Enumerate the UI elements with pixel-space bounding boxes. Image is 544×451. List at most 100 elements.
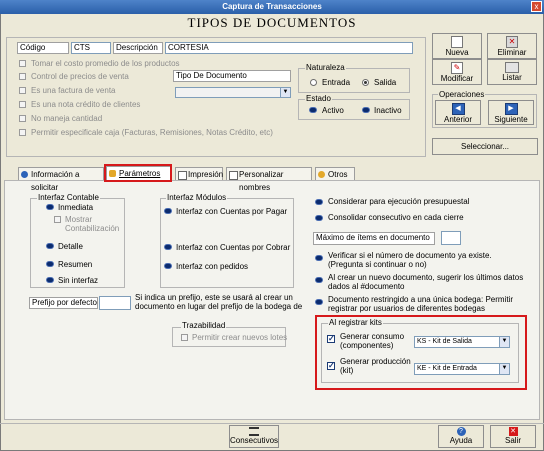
- cuentas-pagar-label: Interfaz con Cuentas por Pagar: [176, 207, 288, 216]
- salida-radio[interactable]: [362, 79, 369, 86]
- inmediata-radio[interactable]: [46, 204, 54, 210]
- tab-otros[interactable]: Otros: [315, 167, 355, 180]
- produccion-dropdown[interactable]: KE - Kit de Entrada ▼: [414, 363, 510, 375]
- anterior-label: Anterior: [443, 115, 472, 124]
- entrada-radio[interactable]: [310, 79, 317, 86]
- factura-venta-checkbox[interactable]: [19, 87, 26, 94]
- window-title: Captura de Transacciones: [222, 2, 322, 11]
- produccion-line2: (kit): [340, 366, 354, 375]
- presupuestal-checkbox[interactable]: [315, 199, 323, 205]
- siguiente-button[interactable]: ▶ Siguiente: [488, 100, 534, 125]
- siguiente-label: Siguiente: [494, 115, 528, 124]
- tab-personalizar[interactable]: Personalizar nombres: [226, 167, 312, 192]
- sugerir-checkbox[interactable]: [315, 277, 323, 283]
- nuevos-lotes-checkbox[interactable]: [181, 334, 188, 341]
- consumo-dropdown[interactable]: KS - Kit de Salida ▼: [414, 336, 510, 348]
- verificar-line2: (Pregunta si continuar o no): [328, 260, 427, 269]
- chevron-down-icon: ▼: [499, 364, 509, 374]
- consecutivos-label: Consecutivos: [230, 436, 279, 445]
- salir-label: Salir: [504, 436, 521, 445]
- caja-checkbox[interactable]: [19, 129, 26, 136]
- tipo-documento-dropdown[interactable]: ▼: [175, 87, 291, 98]
- ayuda-label: Ayuda: [449, 436, 473, 445]
- produccion-line1: Generar producción: [340, 357, 411, 366]
- sugerir-line1: Al crear un nuevo documento, sugerir los…: [328, 273, 524, 282]
- caja-label: Permitir especificale caja (Facturas, Re…: [31, 128, 273, 137]
- maximo-label: Máximo de ítems en documento: [313, 232, 435, 245]
- tab-informacion[interactable]: Información a solicitar: [18, 167, 104, 192]
- costo-promedio-checkbox[interactable]: [19, 60, 26, 67]
- mostrar-contabilizacion-checkbox[interactable]: [54, 216, 61, 223]
- presupuestal-label: Considerar para ejecución presupuestal: [328, 197, 470, 206]
- verificar-checkbox[interactable]: [315, 255, 323, 261]
- factura-venta-label: Es una factura de venta: [31, 86, 116, 95]
- naturaleza-legend: Naturaleza: [305, 63, 346, 72]
- sin-interfaz-radio[interactable]: [46, 277, 54, 283]
- tipo-documento-field[interactable]: Tipo De Documento: [173, 70, 291, 82]
- inactivo-radio[interactable]: [362, 107, 370, 113]
- sin-interfaz-label: Sin interfaz: [58, 276, 99, 285]
- nueva-label: Nueva: [445, 48, 469, 57]
- listar-button[interactable]: Listar: [487, 59, 537, 85]
- verificar-line1: Verificar si el número de documento ya e…: [328, 251, 492, 260]
- restringido-line1: Documento restringido a una única bodega…: [328, 295, 513, 304]
- nota-credito-label: Es una nota crédito de clientes: [31, 100, 141, 109]
- resumen-label: Resumen: [58, 260, 93, 269]
- consumo-checkbox[interactable]: ✓: [327, 335, 335, 343]
- modificar-button[interactable]: ✎ Modificar: [432, 59, 482, 85]
- consumo-line1: Generar consumo: [340, 332, 405, 341]
- prefijo-field[interactable]: [99, 296, 131, 310]
- control-precios-checkbox[interactable]: [19, 73, 26, 80]
- sugerir-line2: dados al #documento: [328, 282, 405, 291]
- codigo-label: Código: [17, 42, 69, 54]
- prefijo-label: Prefijo por defecto: [29, 297, 98, 309]
- costo-promedio-label: Tomar el costo promedio de los productos: [31, 59, 180, 68]
- salida-label: Salida: [374, 78, 397, 87]
- anterior-button[interactable]: ◀ Anterior: [435, 100, 481, 125]
- printer-icon: [505, 62, 519, 73]
- chevron-down-icon: ▼: [499, 337, 509, 347]
- produccion-dropdown-value: KE - Kit de Entrada: [417, 365, 477, 372]
- operaciones-legend: Operaciones: [438, 90, 486, 99]
- previous-icon: ◀: [451, 103, 465, 115]
- activo-radio[interactable]: [309, 107, 317, 113]
- descripcion-field[interactable]: CORTESIA: [165, 42, 413, 54]
- salir-button[interactable]: ✕ Salir: [490, 425, 536, 448]
- info-icon: [21, 171, 28, 178]
- seleccionar-button[interactable]: Seleccionar...: [432, 138, 538, 155]
- edit-icon: ✎: [451, 62, 463, 74]
- window-close-button[interactable]: x: [531, 1, 542, 12]
- inactivo-label: Inactivo: [374, 106, 402, 115]
- consolidar-checkbox[interactable]: [315, 215, 323, 221]
- star-icon: [318, 171, 325, 178]
- tab-impresion-label: Impresión: [188, 170, 224, 179]
- no-cantidad-checkbox[interactable]: [19, 115, 26, 122]
- tab-otros-label: Otros: [328, 170, 348, 179]
- activo-label: Activo: [322, 106, 344, 115]
- detalle-label: Detalle: [58, 242, 83, 251]
- nueva-button[interactable]: Nueva: [432, 33, 482, 59]
- cuentas-pagar-checkbox[interactable]: [164, 208, 172, 214]
- restringido-checkbox[interactable]: [315, 299, 323, 305]
- exit-icon: ✕: [508, 427, 518, 436]
- resumen-radio[interactable]: [46, 261, 54, 267]
- tab-impresion[interactable]: Impresión: [175, 167, 223, 180]
- page-icon: [229, 171, 238, 180]
- produccion-checkbox[interactable]: ✓: [327, 362, 335, 370]
- entrada-label: Entrada: [322, 78, 351, 87]
- codigo-field[interactable]: CTS: [71, 42, 111, 54]
- consolidar-label: Consolidar consecutivo en cada cierre: [328, 213, 464, 222]
- ayuda-button[interactable]: ? Ayuda: [438, 425, 484, 448]
- maximo-field[interactable]: [441, 231, 461, 245]
- nota-credito-checkbox[interactable]: [19, 101, 26, 108]
- cuentas-cobrar-checkbox[interactable]: [164, 244, 172, 250]
- eliminar-button[interactable]: ✕ Eliminar: [487, 33, 537, 59]
- nuevos-lotes-label: Permitir crear nuevos lotes: [192, 333, 288, 342]
- document-title: TIPOS DE DOCUMENTOS: [187, 15, 357, 30]
- pedidos-checkbox[interactable]: [164, 263, 172, 269]
- pedidos-label: Interfaz con pedidos: [176, 262, 249, 271]
- consumo-line2: (componentes): [340, 341, 394, 350]
- consecutivos-button[interactable]: Consecutivos: [229, 425, 279, 448]
- help-icon: ?: [456, 427, 466, 436]
- detalle-radio[interactable]: [46, 243, 54, 249]
